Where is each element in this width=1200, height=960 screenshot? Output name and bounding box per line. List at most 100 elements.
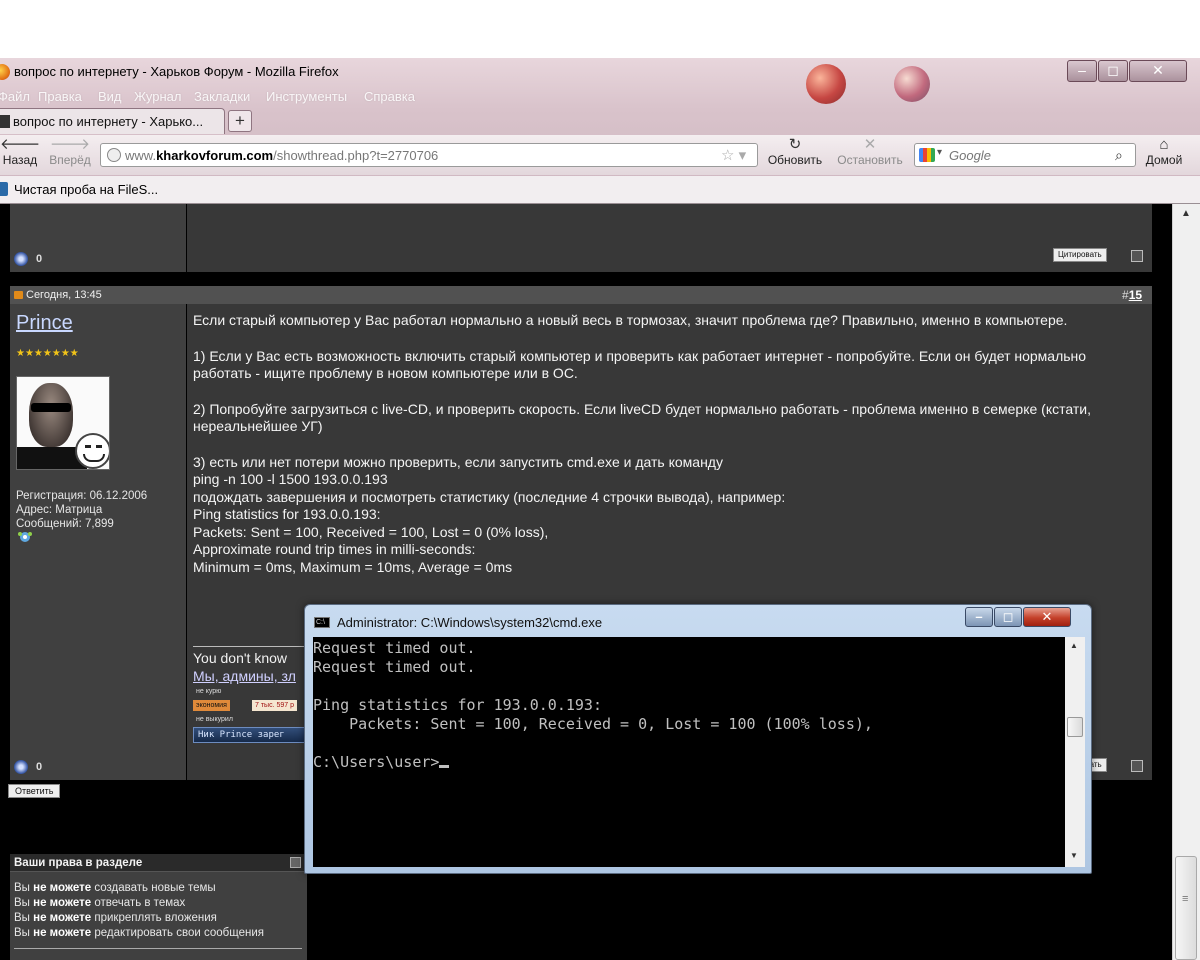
cmd-scrollbar-thumb[interactable] [1067,717,1083,737]
url-domain: kharkovforum.com [156,148,274,163]
back-button[interactable]: 🡐 Назад [0,137,40,168]
collapse-icon[interactable] [290,857,301,868]
scroll-up-arrow-icon[interactable]: ▲ [1070,641,1078,650]
rank-stars: ★★★★★★★ [16,348,79,359]
signature-text: You don't know [193,650,288,666]
cmd-line [313,734,1061,753]
rights-text-strong: не можете [33,882,92,894]
url-bar[interactable]: www.kharkovforum.com/showthread.php?t=27… [100,143,758,167]
scrollbar-thumb[interactable]: ≡ [1175,856,1197,960]
post-paragraph: Approximate round trip times in milli-se… [193,541,476,557]
menu-edit[interactable]: Правка [38,89,82,104]
cmd-maximize-button[interactable]: ◻ [994,607,1022,627]
menu-tools[interactable]: Инструменты [266,89,347,104]
cmd-close-button[interactable]: ✕ [1023,607,1071,627]
search-input[interactable]: ▾ Google ⌕ [914,143,1136,167]
menu-bar: Файл Правка Вид Журнал Закладки Инструме… [0,87,700,107]
reload-button[interactable]: ↻ Обновить [762,136,828,168]
rights-divider [14,948,302,949]
rights-line: Вы не можете отвечать в темах [14,897,185,909]
registration-date: Регистрация: 06.12.2006 [16,490,148,502]
icq-flower-icon[interactable] [16,530,34,544]
post-number-link[interactable]: 15 [1129,288,1142,302]
tab-strip: вопрос по интернету - Харько... + [0,108,1200,134]
menu-file[interactable]: Файл [0,89,30,104]
bookmark-star-icon[interactable]: ☆ ▾ [721,146,746,164]
reload-label: Обновить [767,153,823,167]
reload-icon: ↻ [788,136,802,153]
cmd-app-icon: C:\ [314,617,330,628]
reputation-value: 0 [36,761,43,773]
text-cursor [439,765,450,768]
new-tab-button[interactable]: + [228,110,252,132]
username-link[interactable]: Prince [16,312,73,335]
signature-badge: 7 тыс. 597 р [252,700,297,711]
report-icon[interactable] [1131,760,1143,772]
menu-help[interactable]: Справка [364,89,415,104]
stop-button[interactable]: ✕ Остановить [830,137,910,168]
tab-forum-thread[interactable]: вопрос по интернету - Харько... [0,108,225,134]
rights-text-strong: не можете [33,897,92,909]
menu-bookmarks[interactable]: Закладки [194,89,250,104]
grip-icon: ≡ [1182,893,1189,905]
scroll-up-arrow-icon[interactable]: ▲ [1181,208,1191,219]
online-status-icon [14,252,28,266]
message-count: Сообщений: 7,899 [16,518,114,530]
rights-text: редактировать свои сообщения [91,927,264,939]
forward-label: Вперёд [49,153,91,167]
bookmarks-toolbar: Чистая проба на FileS... [0,176,1200,204]
desktop-icon-decoration [806,64,846,104]
signature-badge: экономия [193,700,230,711]
post-date: Сегодня, 13:45 [26,289,102,301]
post-number-prefix: # [1122,288,1129,302]
cmd-prompt-line[interactable]: C:\Users\user> [313,753,1061,772]
forward-arrow-icon: 🡒 [49,136,91,153]
post-paragraph: ping -n 100 -l 1500 193.0.0.193 [193,471,388,487]
page-scrollbar[interactable]: ▲ ≡ [1172,204,1200,960]
rights-line: Вы не можете редактировать свои сообщени… [14,927,264,939]
avatar [16,376,110,470]
cmd-prompt: C:\Users\user> [313,753,440,771]
search-icon[interactable]: ⌕ [1115,147,1123,164]
reply-button[interactable]: Ответить [8,784,61,798]
maximize-button[interactable]: ◻ [1098,60,1128,82]
cmd-window-title: Administrator: C:\Windows\system32\cmd.e… [337,615,603,630]
search-engine-dropdown-icon[interactable]: ▾ [937,147,942,158]
url-prefix: www. [125,148,157,163]
quote-button[interactable]: Цитировать [1053,248,1107,262]
google-icon [919,148,935,162]
minimize-button[interactable]: – [1067,60,1097,82]
forward-button[interactable]: 🡒 Вперёд [44,136,96,168]
cmd-window[interactable]: C:\ Administrator: C:\Windows\system32\c… [304,604,1092,874]
menu-history[interactable]: Журнал [134,89,181,104]
stop-label: Остановить [837,153,903,167]
troll-eye [96,445,102,448]
troll-eye [85,445,91,448]
cmd-output: Request timed out. Request timed out. Pin… [313,639,1061,772]
cmd-line: Request timed out. [313,658,476,676]
bookmark-item[interactable]: Чистая проба на FileS... [14,182,158,197]
url-path: /showthread.php?t=2770706 [273,148,439,163]
home-icon: ⌂ [1159,136,1169,153]
nick-badge: Ник Prince зарег [193,727,313,743]
post-status-icon [14,291,23,299]
scroll-down-arrow-icon[interactable]: ▼ [1070,851,1078,860]
rights-text: Вы [14,897,34,909]
cmd-line [313,677,1061,696]
cmd-minimize-button[interactable]: – [965,607,993,627]
home-button[interactable]: ⌂ Домой [1138,136,1190,168]
signature-link[interactable]: Мы, админы, зл [193,668,296,684]
rights-text: Вы [14,927,34,939]
favicon-icon [0,115,10,128]
rights-text: Вы [14,882,34,894]
user-address: Адрес: Матрица [16,504,103,516]
menu-view[interactable]: Вид [98,89,122,104]
browser-chrome: вопрос по интернету - Харьков Форум - Mo… [0,58,1200,204]
cmd-scrollbar[interactable]: ▲ ▼ [1065,637,1085,867]
close-button[interactable]: ✕ [1129,60,1187,82]
previous-post-userinfo: 0 [10,204,186,272]
post-header: Сегодня, 13:45 #15 [10,286,1152,304]
troll-face-icon [75,433,109,469]
report-icon[interactable] [1131,250,1143,262]
cmd-console[interactable]: Request timed out. Request timed out. Pin… [313,637,1085,867]
